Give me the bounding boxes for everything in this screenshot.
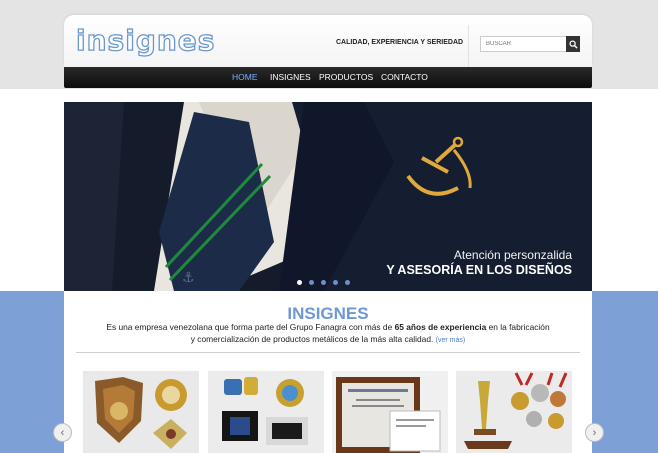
site-header: insignes CALIDAD, EXPERIENCIA Y SERIEDAD — [64, 15, 592, 67]
search-input[interactable] — [481, 37, 568, 51]
slider-dot[interactable] — [333, 280, 338, 285]
slider-dot[interactable] — [345, 280, 350, 285]
slider-dots — [297, 280, 350, 285]
slider-dot[interactable] — [309, 280, 314, 285]
trophies-medals-icon — [456, 371, 572, 453]
site-logo[interactable]: insignes — [75, 23, 215, 57]
product-thumb-trophies[interactable] — [456, 371, 572, 453]
nav-productos[interactable]: PRODUCTOS — [319, 67, 373, 88]
svg-text:⚓: ⚓ — [182, 270, 195, 286]
search-icon — [568, 39, 578, 49]
nav-contacto[interactable]: CONTACTO — [381, 67, 428, 88]
main-nav: HOME INSIGNES PRODUCTOS CONTACTO — [64, 67, 592, 88]
slide-caption-line1: Atención personzalida — [453, 248, 572, 262]
slider-dot[interactable] — [297, 280, 302, 285]
nav-insignes[interactable]: INSIGNES — [270, 67, 311, 88]
intro-description: Es una empresa venezolana que forma part… — [104, 321, 552, 347]
hero-slider[interactable]: ⚓ Atención personzalida Y ASESORÍA EN LO… — [64, 102, 592, 291]
chevron-left-icon: ‹ — [60, 426, 65, 439]
plaque-icon — [332, 371, 448, 453]
nav-home[interactable]: HOME — [232, 67, 258, 88]
pins-icon — [208, 371, 324, 453]
search-button[interactable] — [566, 36, 580, 52]
product-thumb-badges[interactable] — [83, 371, 199, 453]
intro-text-highlight: 65 años de experiencia — [394, 322, 487, 332]
carousel-next-button[interactable]: › — [585, 423, 604, 442]
divider — [76, 352, 580, 353]
badges-icon — [83, 371, 199, 453]
carousel-prev-button[interactable]: ‹ — [53, 423, 72, 442]
tagline: CALIDAD, EXPERIENCIA Y SERIEDAD — [336, 39, 464, 46]
chevron-right-icon: › — [592, 426, 597, 439]
product-thumb-plaque[interactable] — [332, 371, 448, 453]
slide-caption-line2: Y ASESORÍA EN LOS DISEÑOS — [386, 263, 572, 277]
header-divider — [468, 25, 469, 67]
read-more-link[interactable]: (ver más) — [436, 337, 466, 344]
product-thumb-pins[interactable] — [208, 371, 324, 453]
search-box — [480, 36, 580, 52]
intro-text-start: Es una empresa venezolana que forma part… — [106, 322, 395, 332]
intro-section: INSIGNES Es una empresa venezolana que f… — [64, 291, 592, 453]
slider-dot[interactable] — [321, 280, 326, 285]
